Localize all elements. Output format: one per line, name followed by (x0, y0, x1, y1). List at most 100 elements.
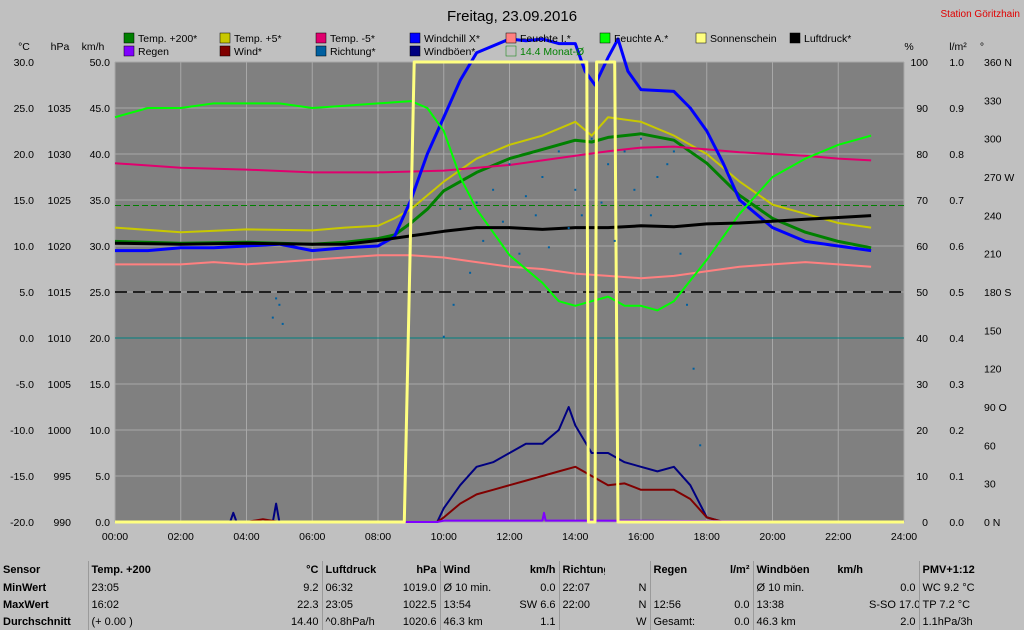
tick-label-temp: -15.0 (10, 471, 34, 483)
stats-cell: Gesamt: (649, 613, 699, 630)
stats-header-wind-unit: km/h (529, 564, 556, 577)
stats-cell: Ø 10 min. (752, 579, 866, 597)
stats-cell: 9.2 (303, 582, 319, 595)
axis-unit-right: ° (980, 41, 984, 53)
stats-cell: 0.0 (734, 598, 750, 611)
tick-label-wind: 10.0 (90, 425, 111, 437)
stats-cell: 13:54 (439, 596, 510, 614)
stats-cell: N (638, 598, 647, 611)
legend-label: Wind* (234, 46, 262, 58)
tick-label-wind: 0.0 (95, 517, 110, 529)
stats-cell: 22.3 (297, 598, 319, 611)
tick-label-direction: 90 O (984, 402, 1007, 414)
stats-cell: 2.0 (900, 615, 916, 628)
tick-label-direction: 150 (984, 325, 1002, 337)
direction-point (275, 297, 278, 300)
tick-label-temp: 10.0 (14, 241, 35, 253)
tick-label-time: 12:00 (496, 531, 522, 543)
tick-label-percent: 80 (916, 149, 928, 161)
tick-label-pressure: 990 (53, 517, 71, 529)
tick-label-wind: 5.0 (95, 471, 110, 483)
tick-label-percent: 30 (916, 379, 928, 391)
stats-cell: 46.3 km (752, 613, 866, 630)
direction-point (482, 239, 485, 242)
tick-label-temp: -20.0 (10, 517, 34, 529)
tick-label-pressure: 1010 (48, 333, 72, 345)
tick-label-wind: 45.0 (90, 103, 111, 115)
tick-label-rain: 0.1 (949, 471, 964, 483)
stats-cell (699, 580, 753, 597)
tick-label-percent: 100 (910, 57, 928, 69)
stats-header-gust-unit: km/h (837, 564, 863, 577)
direction-point (501, 220, 504, 223)
legend-label: Windböen* (424, 46, 475, 58)
stats-cell: 23:05 (321, 596, 390, 614)
stats-cell: ^0.8hPa/h (321, 613, 390, 630)
direction-point (679, 252, 682, 255)
stats-cell: Ø 10 min. (439, 579, 510, 597)
tick-label-time: 24:00 (891, 531, 917, 543)
stats-header-pressure: Luftdruck (321, 561, 390, 580)
stats-cell: 22:07 (558, 579, 605, 597)
tick-label-time: 06:00 (299, 531, 325, 543)
axis-unit-left: °C (18, 41, 30, 53)
tick-label-rain: 0.5 (949, 287, 964, 299)
stats-cell: (+ 0.00 ) (87, 613, 204, 630)
tick-label-rain: 0.6 (949, 241, 964, 253)
tick-label-direction: 330 (984, 95, 1002, 107)
tick-label-rain: 0.8 (949, 149, 964, 161)
legend-swatch (315, 45, 327, 57)
tick-label-direction: 30 (984, 479, 996, 491)
tick-label-pressure: 1020 (48, 241, 72, 253)
direction-point (686, 303, 688, 306)
direction-point (640, 137, 642, 140)
stats-cell: 0.0 (734, 615, 750, 628)
tick-label-percent: 40 (916, 333, 928, 345)
stats-cell: 16:02 (87, 596, 204, 614)
stats-cell: 1019.0 (402, 582, 437, 595)
stats-cell: WC 9.2 °C (918, 579, 1024, 597)
axis-unit-left: hPa (51, 41, 70, 53)
legend-swatch (505, 32, 517, 44)
direction-point (672, 150, 675, 153)
tick-label-pressure: 1005 (48, 379, 72, 391)
stats-header-rain-unit: l/m² (729, 564, 750, 577)
stats-cell (649, 579, 699, 597)
stats-header-row: Sensor Temp. +200 °C Luftdruck hPa Wind … (0, 561, 1024, 580)
tick-label-rain: 0.7 (949, 195, 964, 207)
tick-label-wind: 20.0 (90, 333, 111, 345)
legend-label: 14.4 Monat-Ø (520, 46, 584, 58)
direction-point (271, 316, 274, 319)
stats-cell: 0.0 (540, 582, 556, 595)
legend-swatch (695, 32, 707, 44)
tick-label-time: 04:00 (233, 531, 259, 543)
tick-label-pressure: 1025 (48, 195, 72, 207)
tick-label-percent: 10 (916, 471, 928, 483)
stats-row-average: Durchschnitt (+ 0.00 ) 14.40 ^0.8hPa/h 1… (0, 613, 1024, 630)
tick-label-pressure: 1015 (48, 287, 72, 299)
tick-label-wind: 35.0 (90, 195, 111, 207)
direction-point (442, 335, 445, 338)
stats-row-label: Durchschnitt (3, 615, 71, 628)
stats-cell: SW 6.6 (519, 598, 556, 611)
stats-header-pressure-unit: hPa (416, 564, 437, 577)
legend-label: Feuchte I.* (520, 33, 571, 45)
direction-point (692, 367, 695, 370)
tick-label-temp: 15.0 (14, 195, 35, 207)
stats-header-direction-spacer (605, 561, 650, 580)
direction-point (534, 214, 537, 217)
tick-label-direction: 0 N (984, 517, 1000, 529)
stats-header-pmv: PMV+1:12 (918, 561, 1024, 580)
tick-label-rain: 1.0 (949, 57, 964, 69)
legend-swatch (409, 45, 421, 57)
direction-point (459, 207, 462, 210)
axis-unit-right: l/m² (949, 41, 967, 53)
stats-cell: 1.1 (540, 615, 556, 628)
direction-point (508, 163, 511, 166)
tick-label-direction: 360 N (984, 57, 1012, 69)
stats-header-rain: Regen (649, 561, 699, 580)
direction-point (469, 271, 472, 274)
direction-point (656, 176, 659, 178)
legend-label: Luftdruck* (804, 33, 851, 45)
stats-cell: 12:56 (649, 596, 699, 614)
